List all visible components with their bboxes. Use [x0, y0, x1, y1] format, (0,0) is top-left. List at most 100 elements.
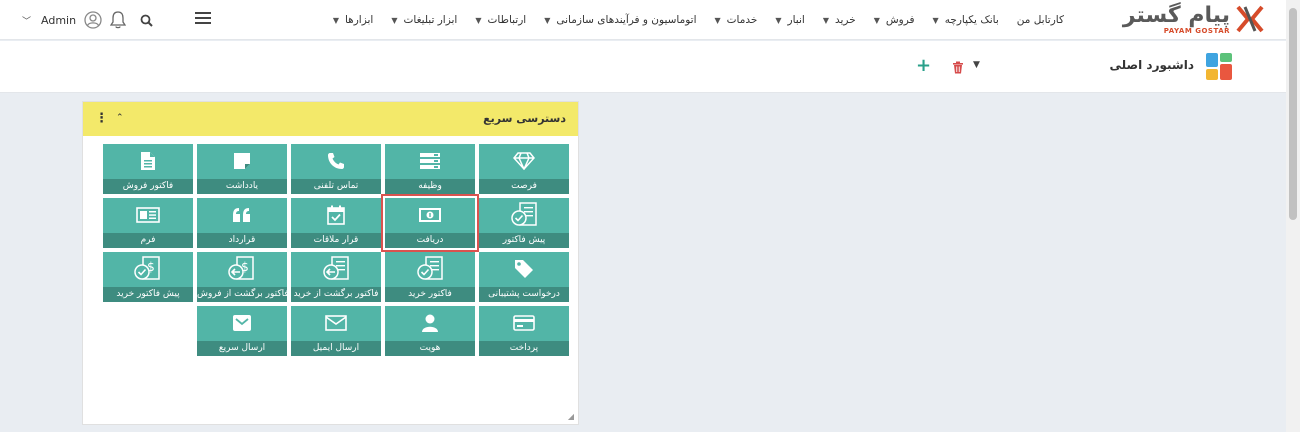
purchase-proforma-icon: $ [103, 256, 193, 280]
add-dashboard-button[interactable]: + [916, 55, 931, 76]
nav-my-cartable[interactable]: کارتابل من [1017, 14, 1064, 26]
tile-label: پرداخت [479, 341, 569, 356]
nav-communications[interactable]: ارتباطات ▼ [475, 14, 526, 26]
tile-note[interactable]: یادداشت [197, 144, 287, 194]
dashboard-logo-icon [1206, 53, 1232, 80]
quote-icon [197, 204, 287, 226]
chevron-down-icon: ▼ [714, 15, 721, 25]
proforma-icon [479, 202, 569, 226]
nav-label: ابزار تبلیغات [403, 14, 458, 26]
chevron-down-icon: ▼ [544, 15, 551, 25]
tile-form[interactable]: فرم [103, 198, 193, 248]
trash-icon[interactable] [952, 59, 964, 78]
widget-title: دسترسی سریع [483, 112, 566, 125]
tile-label: فرصت [479, 179, 569, 194]
tag-icon [479, 258, 569, 280]
tile-label: قرار ملاقات [291, 233, 381, 248]
tile-sales-return-invoice[interactable]: $ فاکتور برگشت از فروش [197, 252, 287, 302]
nav-integrated-bank[interactable]: بانک یکپارچه ▼ [933, 14, 999, 26]
nav-label: انبار [787, 14, 805, 26]
sales-return-icon: $ [197, 256, 287, 280]
nav-warehouse[interactable]: انبار ▼ [775, 14, 804, 26]
tile-quick-send[interactable]: ارسال سریع [197, 306, 287, 356]
calendar-check-icon [291, 204, 381, 226]
widget-collapse-icon[interactable]: ⌃ [116, 113, 124, 123]
phone-icon [291, 150, 381, 172]
tile-proforma[interactable]: پیش فاکتور [479, 198, 569, 248]
user-icon [385, 312, 475, 334]
nav-label: اتوماسیون و فرآیندهای سازمانی [556, 14, 697, 26]
logo-subtext: PAYAM GOSTAR [1163, 27, 1230, 35]
tile-sales-invoice[interactable]: فاکتور فروش [103, 144, 193, 194]
chevron-down-icon: ▼ [822, 15, 829, 25]
tile-appointment[interactable]: قرار ملاقات [291, 198, 381, 248]
nav-label: ارتباطات [487, 14, 527, 26]
nav-label: ابزارها [344, 14, 374, 26]
hamburger-menu-icon[interactable] [195, 12, 211, 24]
nav-label: فروش [885, 14, 915, 26]
quick-send-icon [197, 312, 287, 334]
nav-label: کارتابل من [1016, 14, 1064, 26]
chevron-down-icon: ▼ [475, 15, 482, 25]
scrollbar-thumb[interactable] [1289, 8, 1297, 220]
tile-label: تماس تلفنی [291, 179, 381, 194]
nav-purchase[interactable]: خرید ▼ [823, 14, 856, 26]
tile-identity[interactable]: هویت [385, 306, 475, 356]
app-logo[interactable]: پیام گستر PAYAM GOSTAR [1114, 3, 1264, 37]
dashboard-title[interactable]: داشبورد اصلی [1110, 58, 1195, 72]
tile-label: فاکتور برگشت از فروش [197, 287, 287, 302]
tile-support-request[interactable]: درخواست پشتیبانی [479, 252, 569, 302]
widget-resize-handle[interactable]: ◢ [568, 412, 574, 421]
user-menu-chevron-icon[interactable]: ﹀ [22, 14, 31, 27]
nav-services[interactable]: خدمات ▼ [715, 14, 758, 26]
tile-label: قرارداد [197, 233, 287, 248]
tile-task[interactable]: وظیفه [385, 144, 475, 194]
user-area: ﹀ Admin [22, 8, 153, 32]
tile-label: پیش فاکتور [479, 233, 569, 248]
tile-opportunity[interactable]: فرصت [479, 144, 569, 194]
dashboard-dropdown-chevron-icon[interactable]: ▼ [973, 60, 980, 70]
tile-label: هویت [385, 341, 475, 356]
page-scrollbar[interactable] [1286, 0, 1300, 432]
nav-label: خدمات [726, 14, 758, 26]
tile-send-email[interactable]: ارسال ایمیل [291, 306, 381, 356]
tile-label: وظیفه [385, 179, 475, 194]
tile-receipt[interactable]: دریافت [381, 194, 479, 252]
tile-purchase-return-invoice[interactable]: فاکتور برگشت از خرید [291, 252, 381, 302]
widget-menu-icon[interactable]: ⋮ [95, 112, 108, 125]
chevron-down-icon: ▼ [332, 15, 339, 25]
nav-ad-tools[interactable]: ابزار تبلیغات ▼ [391, 14, 457, 26]
note-icon [197, 150, 287, 172]
tile-label: فاکتور برگشت از خرید [291, 287, 381, 302]
purchase-return-icon [291, 256, 381, 280]
list-icon [385, 150, 475, 172]
logo-text: پیام گستر [1122, 3, 1231, 28]
nav-tools[interactable]: ابزارها ▼ [333, 14, 374, 26]
main-nav: کارتابل من بانک یکپارچه ▼ فروش ▼ خرید ▼ انب… [315, 0, 1064, 40]
widget-header: ⋮ ⌃ دسترسی سریع [83, 102, 578, 136]
tile-phone-call[interactable]: تماس تلفنی [291, 144, 381, 194]
nav-label: خرید [834, 14, 856, 26]
nav-sales[interactable]: فروش ▼ [874, 14, 915, 26]
notification-bell-icon[interactable] [110, 11, 127, 29]
nav-automation[interactable]: اتوماسیون و فرآیندهای سازمانی ▼ [544, 14, 696, 26]
tile-purchase-proforma[interactable]: $ پیش فاکتور خرید [103, 252, 193, 302]
dashboard-header: + ▼ داشبورد اصلی [0, 41, 1286, 93]
envelope-icon [291, 312, 381, 334]
chevron-down-icon: ▼ [391, 15, 398, 25]
tile-purchase-invoice[interactable]: فاکتور خرید [385, 252, 475, 302]
form-icon [103, 204, 193, 226]
search-icon[interactable] [140, 14, 153, 27]
user-name[interactable]: Admin [41, 14, 76, 27]
money-icon [385, 204, 475, 226]
chevron-down-icon: ▼ [873, 15, 880, 25]
document-icon [103, 150, 193, 172]
logo-mark-icon [1236, 5, 1264, 33]
tile-contract[interactable]: قرارداد [197, 198, 287, 248]
tile-label: پیش فاکتور خرید [103, 287, 193, 302]
chevron-down-icon: ▼ [932, 15, 939, 25]
tile-payment[interactable]: پرداخت [479, 306, 569, 356]
user-avatar-icon[interactable] [84, 11, 102, 29]
top-navbar: پیام گستر PAYAM GOSTAR کارتابل من بانک ی… [0, 0, 1286, 40]
tile-label: فاکتور خرید [385, 287, 475, 302]
